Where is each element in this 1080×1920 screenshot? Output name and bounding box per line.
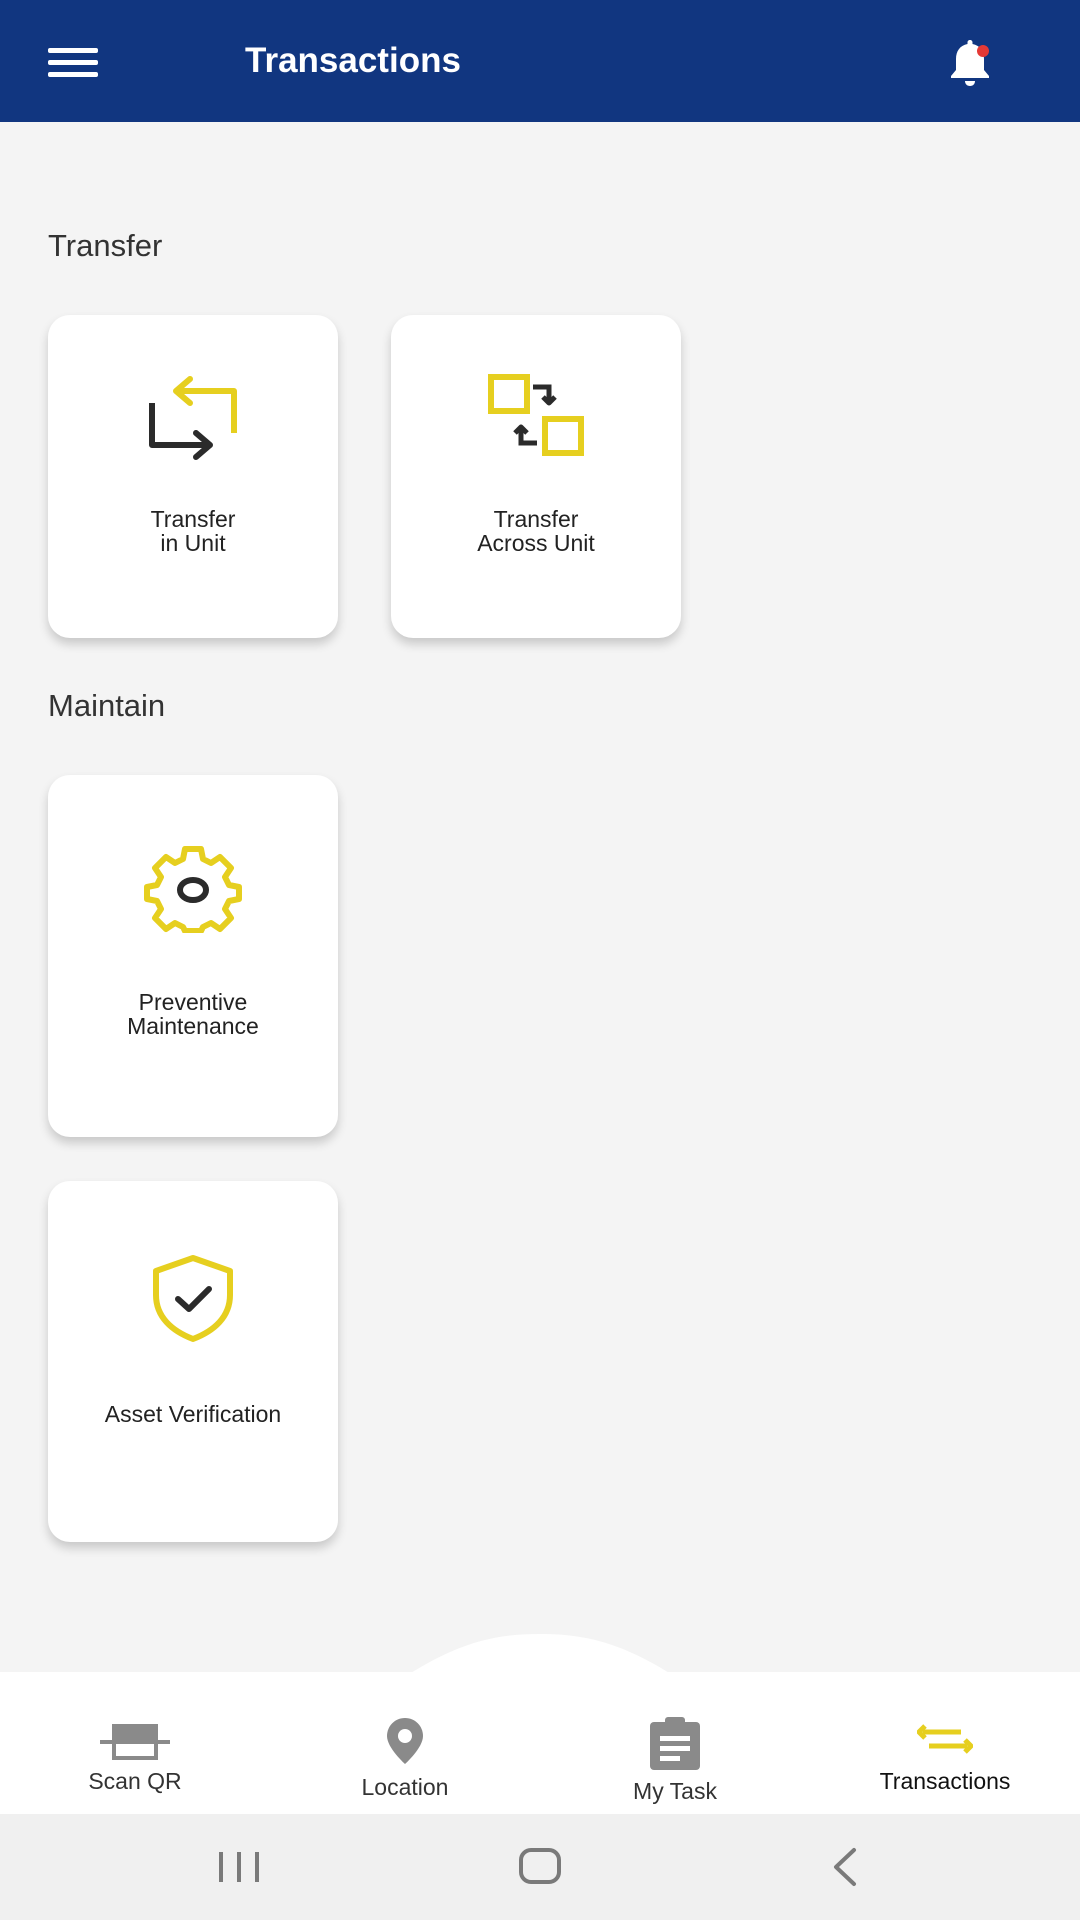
app-bar: Transactions [0,0,1080,122]
bell-icon[interactable] [940,34,1000,94]
asset-verification-card[interactable]: Asset Verification [48,1181,338,1542]
nav-label: My Task [633,1778,717,1804]
nav-item-transactions[interactable]: Transactions [810,1672,1080,1814]
nav-label: Scan QR [88,1768,182,1794]
transfer-in-unit-icon [138,373,248,468]
nav-item-my-task[interactable]: My Task [540,1672,810,1814]
card-label: Transfer Across Unit [477,506,595,556]
nav-label: Transactions [879,1768,1011,1794]
transactions-arrows-icon [916,1722,974,1761]
nav-item-scan-qr[interactable]: Scan QR [0,1672,270,1814]
transfer-across-unit-card[interactable]: Transfer Across Unit [391,315,681,638]
card-label: Transfer in Unit [150,506,236,556]
preventive-maintenance-card[interactable]: Preventive Maintenance [48,775,338,1137]
card-label: Preventive Maintenance [127,989,259,1039]
location-pin-icon [383,1716,427,1771]
section-title-transfer: Transfer [48,228,163,263]
back-icon[interactable] [804,1840,884,1896]
page-title: Transactions [245,41,461,80]
gear-icon [141,843,245,938]
shield-check-icon [148,1253,238,1348]
card-label: Asset Verification [104,1401,282,1427]
section-title-maintain: Maintain [48,688,166,723]
transfer-in-unit-card[interactable]: Transfer in Unit [48,315,338,638]
nav-hump [400,1634,680,1680]
scan-qr-icon [98,1722,172,1767]
notification-dot [977,45,989,57]
nav-label: Location [361,1774,449,1800]
recents-icon[interactable] [199,1840,279,1896]
transfer-across-unit-icon [481,371,591,466]
clipboard-icon [646,1714,704,1777]
nav-item-location[interactable]: Location [270,1672,540,1814]
home-icon[interactable] [500,1840,580,1896]
hamburger-menu-icon[interactable] [44,38,102,84]
